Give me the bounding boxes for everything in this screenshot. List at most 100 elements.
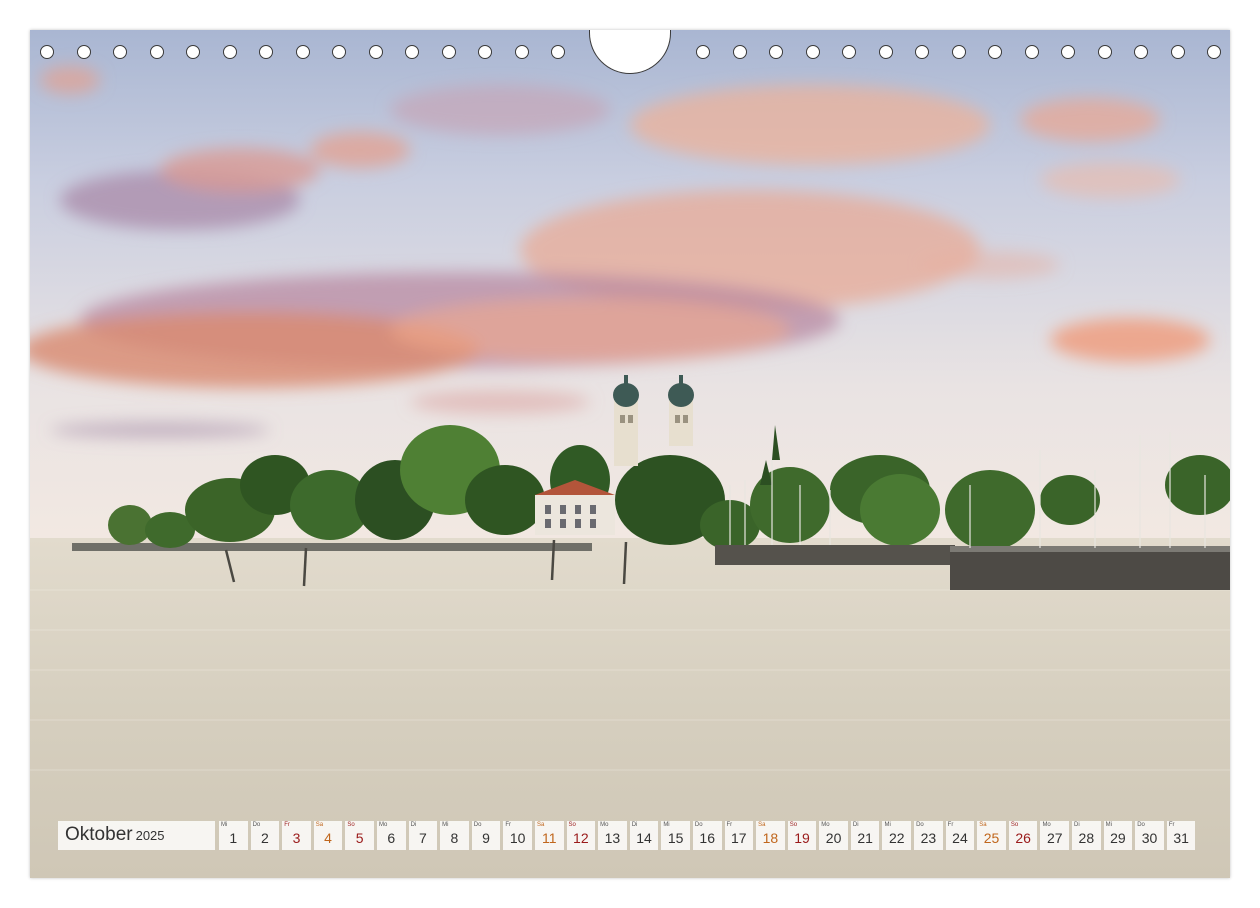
binding-hole <box>732 45 747 59</box>
weekday-label: So <box>1010 822 1019 828</box>
day-number: 11 <box>541 830 557 846</box>
weekday-label: Do <box>473 822 482 828</box>
day-cell: Mo 13 <box>598 821 627 850</box>
day-number: 21 <box>857 830 873 846</box>
weekday-label: So <box>347 822 355 828</box>
day-number: 5 <box>355 830 364 846</box>
day-number: 17 <box>731 830 747 846</box>
day-number: 31 <box>1173 830 1189 846</box>
binding-hole <box>405 45 419 59</box>
day-number: 25 <box>983 830 1000 846</box>
day-number: 12 <box>573 830 589 846</box>
day-number: 8 <box>450 830 459 846</box>
binding-hole <box>915 45 929 59</box>
binding-hole <box>514 45 529 59</box>
binding-hole <box>551 45 565 59</box>
day-cell: Do 16 <box>692 821 722 850</box>
day-number: 26 <box>1015 830 1031 846</box>
weekday-label: Mo <box>821 822 830 828</box>
day-number: 27 <box>1046 830 1063 846</box>
binding-hole <box>696 45 710 59</box>
weekday-label: So <box>568 822 576 828</box>
binding-hole <box>878 45 893 59</box>
weekday-label: So <box>789 822 798 828</box>
day-cell: Di 28 <box>1072 821 1101 850</box>
binding-hole <box>222 45 237 59</box>
binding-hole <box>332 45 346 59</box>
binding-hole <box>951 45 966 59</box>
weekday-label: Fr <box>505 822 512 828</box>
binding-hole <box>368 45 383 59</box>
day-cell: So 26 <box>1008 821 1038 850</box>
day-cell: Mi 15 <box>661 821 690 850</box>
weekday-label: Mi <box>1105 822 1112 828</box>
weekday-label: Di <box>1074 822 1080 828</box>
day-number: 9 <box>482 830 490 846</box>
day-cell: Fr 24 <box>945 821 975 850</box>
day-number: 23 <box>920 830 937 846</box>
day-cell: Mo 6 <box>376 821 406 850</box>
lake-photo <box>30 30 1230 878</box>
binding-hole <box>842 45 856 59</box>
day-cell: Mo 20 <box>819 821 848 850</box>
weekday-label: Do <box>1137 822 1145 828</box>
month-name: Oktober <box>65 824 133 845</box>
weekday-label: Sa <box>758 822 766 828</box>
weekday-label: Do <box>694 822 703 828</box>
day-number: 15 <box>667 830 684 846</box>
day-cell: Sa 4 <box>313 821 343 850</box>
day-cell: Do 30 <box>1135 821 1164 850</box>
day-cell: Mi 29 <box>1103 821 1133 850</box>
day-cell: Di 21 <box>850 821 880 850</box>
day-cell: Di 7 <box>408 821 438 850</box>
binding-hole <box>769 45 783 59</box>
weekday-label: Di <box>852 822 859 828</box>
day-cell: Mi 22 <box>882 821 912 850</box>
weekday-label: Sa <box>315 822 324 828</box>
weekday-label: Mo <box>600 822 609 828</box>
day-number: 2 <box>260 830 269 846</box>
day-number: 10 <box>509 830 526 846</box>
binding-hole <box>76 45 91 59</box>
day-cell: Sa 25 <box>977 821 1006 850</box>
day-number: 1 <box>229 830 238 846</box>
day-number: 28 <box>1078 830 1095 846</box>
weekday-label: Fr <box>284 822 290 828</box>
binding-hole <box>113 45 127 59</box>
day-cell: Mi 8 <box>440 821 469 850</box>
calendar-page: Oktober 2025 Mi 1 Do 2 Fr 3 Sa 4 So 5 Mo 6 Di 7 Mi 8 Do 9 F… <box>30 30 1230 878</box>
binding-hole <box>1170 45 1185 59</box>
day-number: 6 <box>387 830 396 846</box>
day-cell: Sa 11 <box>534 821 564 850</box>
weekday-label: Fr <box>726 822 733 828</box>
binding-hole <box>1207 45 1221 59</box>
weekday-label: Mi <box>884 822 891 828</box>
weekday-label: Mo <box>378 822 388 828</box>
day-cell: Di 14 <box>629 821 659 850</box>
day-cell: Do 2 <box>250 821 280 850</box>
day-cell: So 19 <box>787 821 817 850</box>
weekday-label: Do <box>916 822 924 828</box>
binding-hole <box>295 45 310 59</box>
binding-hole <box>441 45 456 59</box>
day-cell: Fr 3 <box>282 821 311 850</box>
weekday-label: Mi <box>221 822 228 828</box>
weekday-label: Di <box>410 822 417 828</box>
binding-hole <box>40 45 54 59</box>
day-number: 7 <box>418 830 427 846</box>
binding-hole <box>1061 45 1075 59</box>
date-strip: Oktober 2025 Mi 1 Do 2 Fr 3 Sa 4 So 5 Mo 6 Di 7 Mi 8 Do 9 F… <box>58 821 1198 850</box>
weekday-label: Fr <box>1168 822 1175 828</box>
binding-hole <box>478 45 492 59</box>
day-number: 24 <box>952 830 968 846</box>
weekday-label: Mo <box>1042 822 1051 828</box>
binding-hole <box>988 45 1002 59</box>
day-number: 13 <box>604 830 621 846</box>
binding-hole <box>1024 45 1039 59</box>
weekday-label: Mi <box>663 822 670 828</box>
binding-hole <box>1097 45 1112 59</box>
day-number: 14 <box>636 830 652 846</box>
weekday-label: Do <box>252 822 261 828</box>
binding-hole <box>259 45 273 59</box>
day-number: 29 <box>1110 830 1126 846</box>
